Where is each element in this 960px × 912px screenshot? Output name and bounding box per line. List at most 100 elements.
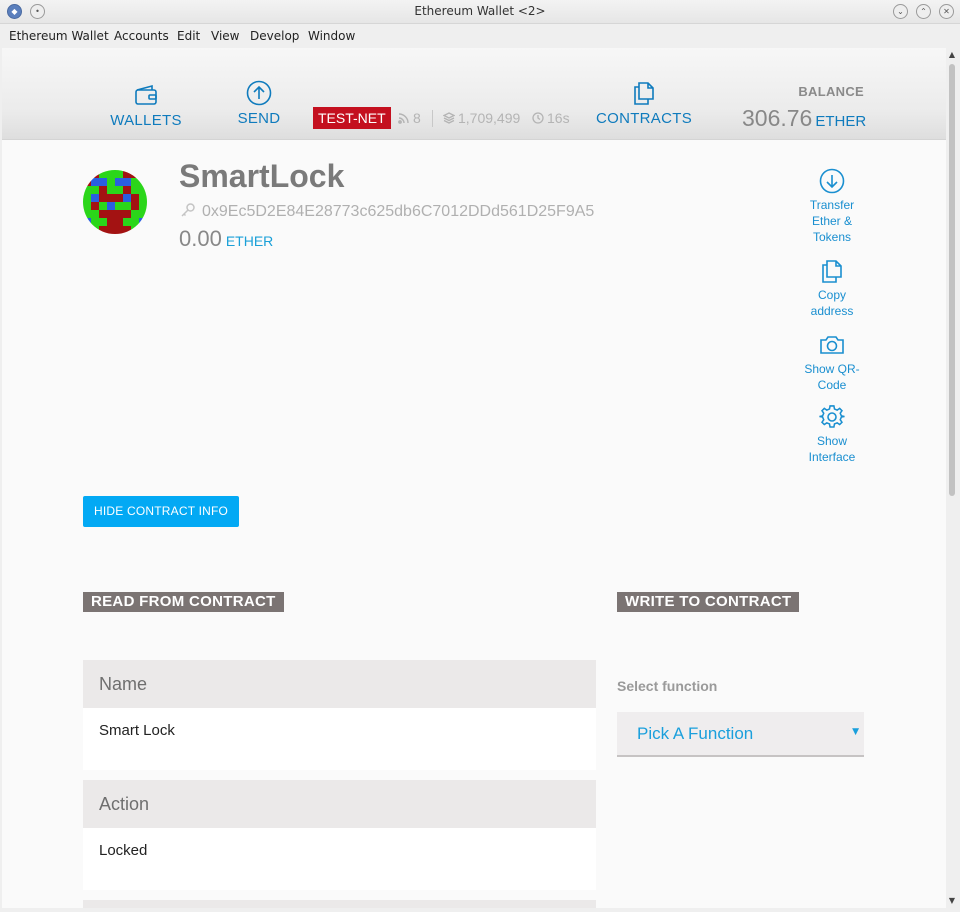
layers-icon	[443, 112, 455, 124]
block-number-value: 1,709,499	[458, 110, 521, 126]
identicon-cell	[91, 194, 99, 202]
identicon-cell	[83, 186, 91, 194]
identicon-cell	[139, 210, 147, 218]
menu-view[interactable]: View	[211, 29, 239, 43]
minimize-button[interactable]: ⌄	[893, 4, 908, 19]
read-field-value: Smart Lock	[83, 708, 596, 770]
window-title: Ethereum Wallet <2>	[414, 4, 546, 18]
identicon-cell	[83, 226, 91, 234]
identicon-cell	[115, 170, 123, 178]
account-balance-amount: 0.00	[179, 226, 222, 251]
identicon-cell	[107, 218, 115, 226]
balance-label: BALANCE	[798, 84, 864, 99]
identicon-cell	[83, 170, 91, 178]
transfer-label-1: Transfer	[809, 198, 855, 212]
identicon-cell	[107, 170, 115, 178]
identicon-cell	[99, 170, 107, 178]
peer-count: 8	[398, 110, 421, 126]
close-button[interactable]: ✕	[939, 4, 954, 19]
menu-ethereum-wallet[interactable]: Ethereum Wallet	[9, 29, 109, 43]
identicon-cell	[83, 178, 91, 186]
identicon-cell	[115, 194, 123, 202]
menu-accounts[interactable]: Accounts	[114, 29, 169, 43]
identicon-cell	[107, 186, 115, 194]
identicon-cell	[123, 202, 131, 210]
identicon-cell	[139, 194, 147, 202]
transfer-ether-tokens-button[interactable]: Transfer Ether & Tokens	[798, 168, 866, 245]
identicon-cell	[115, 186, 123, 194]
vertical-scrollbar[interactable]: ▲ ▼	[946, 48, 958, 908]
identicon-cell	[139, 170, 147, 178]
block-number: 1,709,499	[443, 110, 520, 126]
identicon-cell	[99, 178, 107, 186]
interface-label-2: Interface	[808, 450, 856, 464]
identicon-cell	[131, 170, 139, 178]
hide-contract-info-button[interactable]: HIDE CONTRACT INFO	[83, 496, 240, 527]
total-balance: 306.76 ETHER	[742, 105, 866, 132]
identicon-cell	[107, 210, 115, 218]
nav-contracts[interactable]: CONTRACTS	[594, 80, 694, 127]
menu-edit[interactable]: Edit	[177, 29, 200, 43]
identicon-cell	[99, 218, 107, 226]
scroll-down-icon[interactable]: ▼	[947, 896, 957, 906]
write-to-contract-title: WRITE TO CONTRACT	[617, 592, 800, 612]
maximize-button[interactable]: ⌃	[916, 4, 931, 19]
identicon-cell	[139, 178, 147, 186]
identicon-cell	[99, 226, 107, 234]
identicon-cell	[123, 186, 131, 194]
gear-icon	[819, 405, 845, 428]
transfer-label-3: Tokens	[812, 230, 852, 244]
show-interface-button[interactable]: Show Interface	[798, 404, 866, 465]
block-time: 16s	[532, 110, 570, 126]
identicon-cell	[131, 226, 139, 234]
identicon-cell	[115, 178, 123, 186]
identicon-cell	[123, 218, 131, 226]
identicon-cell	[123, 170, 131, 178]
dropdown-caret-icon: ▼	[852, 727, 859, 737]
account-address[interactable]: 0x9Ec5D2E84E28773c625db6C7012DDd561D25F9…	[180, 202, 594, 221]
read-from-contract-title: READ FROM CONTRACT	[83, 592, 284, 612]
identicon-cell	[99, 202, 107, 210]
identicon-cell	[91, 218, 99, 226]
identicon-cell	[91, 202, 99, 210]
nav-send-label: SEND	[237, 110, 281, 127]
nav-send[interactable]: SEND	[224, 80, 294, 127]
identicon-cell	[83, 218, 91, 226]
copy-label-1: Copy	[817, 288, 846, 302]
qr-label-2: Code	[817, 378, 847, 392]
read-field-label: Action	[83, 780, 596, 828]
identicon-cell	[91, 178, 99, 186]
menu-develop[interactable]: Develop	[250, 29, 299, 43]
function-select[interactable]: Pick A Function ▼	[617, 712, 864, 757]
transfer-label-2: Ether &	[811, 214, 853, 228]
scrollbar-thumb[interactable]	[949, 64, 955, 496]
identicon-cell	[99, 210, 107, 218]
identicon-cell	[107, 226, 115, 234]
menu-window[interactable]: Window	[308, 29, 355, 43]
identicon-cell	[139, 218, 147, 226]
clock-icon	[532, 112, 544, 124]
read-field-action: Action Locked	[83, 780, 596, 890]
copy-address-button[interactable]: Copy address	[798, 258, 866, 319]
identicon-cell	[115, 218, 123, 226]
rss-icon	[398, 113, 409, 124]
identicon-cell	[139, 186, 147, 194]
identicon-cell	[83, 210, 91, 218]
identicon-cell	[91, 170, 99, 178]
identicon-cell	[83, 202, 91, 210]
scroll-up-icon[interactable]: ▲	[947, 50, 957, 60]
show-qr-code-button[interactable]: Show QR- Code	[798, 332, 866, 393]
identicon-cell	[123, 210, 131, 218]
identicon-cell	[139, 226, 147, 234]
identicon-cell	[99, 186, 107, 194]
peer-count-value: 8	[413, 110, 421, 126]
nav-wallets[interactable]: WALLETS	[106, 82, 186, 129]
read-field-value: Locked	[83, 828, 596, 890]
account-address-value: 0x9Ec5D2E84E28773c625db6C7012DDd561D25F9…	[202, 203, 595, 220]
function-select-value: Pick A Function	[637, 724, 754, 743]
identicon-cell	[91, 186, 99, 194]
app-header: WALLETS SEND TEST-NET 8 1,709,499 16s CO…	[2, 48, 946, 140]
arrow-up-circle-icon	[246, 80, 272, 106]
copy-icon	[822, 260, 842, 283]
identicon-cell	[115, 202, 123, 210]
